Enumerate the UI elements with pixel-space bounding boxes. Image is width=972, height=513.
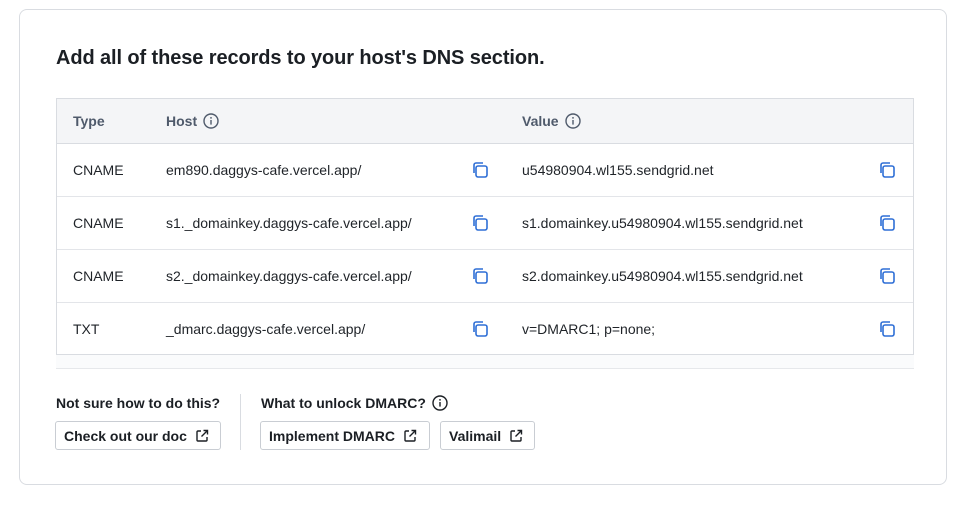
column-header-type-label: Type [73, 113, 105, 129]
page-title: Add all of these records to your host's … [56, 47, 545, 69]
copy-host-icon[interactable] [471, 214, 489, 232]
copy-value-icon[interactable] [878, 161, 896, 179]
column-header-type: Type [73, 99, 105, 143]
dns-records-table: Type Host Value CNAME em890.daggys-cafe.… [56, 98, 914, 356]
copy-host-icon[interactable] [471, 320, 489, 338]
table-row: CNAME s1._domainkey.daggys-cafe.vercel.a… [57, 197, 913, 250]
record-type: CNAME [73, 162, 124, 178]
external-link-icon [196, 429, 209, 442]
external-link-icon [510, 429, 523, 442]
info-circle-icon[interactable] [203, 113, 219, 129]
dmarc-section: What to unlock DMARC? [261, 395, 448, 411]
help-label: Not sure how to do this? [56, 395, 221, 411]
copy-value-icon[interactable] [878, 267, 896, 285]
record-host: s1._domainkey.daggys-cafe.vercel.app/ [166, 215, 412, 231]
copy-value-icon[interactable] [878, 214, 896, 232]
table-row: CNAME em890.daggys-cafe.vercel.app/ u549… [57, 144, 913, 197]
table-footer-divider [56, 355, 914, 369]
record-value: s1.domainkey.u54980904.wl155.sendgrid.ne… [522, 215, 803, 231]
record-type: CNAME [73, 268, 124, 284]
table-row: CNAME s2._domainkey.daggys-cafe.vercel.a… [57, 250, 913, 303]
section-separator [240, 394, 241, 450]
copy-value-icon[interactable] [878, 320, 896, 338]
implement-dmarc-button[interactable]: Implement DMARC [260, 421, 430, 450]
record-value: u54980904.wl155.sendgrid.net [522, 162, 714, 178]
column-header-value: Value [522, 99, 581, 143]
valimail-button[interactable]: Valimail [440, 421, 535, 450]
valimail-label: Valimail [449, 427, 502, 444]
copy-host-icon[interactable] [471, 161, 489, 179]
record-host: em890.daggys-cafe.vercel.app/ [166, 162, 362, 178]
table-header: Type Host Value [57, 99, 913, 144]
table-row: TXT _dmarc.daggys-cafe.vercel.app/ v=DMA… [57, 303, 913, 356]
record-type: TXT [73, 321, 100, 337]
column-header-host-label: Host [166, 113, 198, 129]
check-out-doc-label: Check out our doc [64, 427, 187, 444]
record-host: s2._domainkey.daggys-cafe.vercel.app/ [166, 268, 412, 284]
column-header-host: Host [166, 99, 219, 143]
record-type: CNAME [73, 215, 124, 231]
info-circle-icon[interactable] [432, 395, 448, 411]
implement-dmarc-label: Implement DMARC [269, 427, 396, 444]
external-link-icon [404, 429, 417, 442]
check-out-doc-button[interactable]: Check out our doc [55, 421, 221, 450]
record-value: s2.domainkey.u54980904.wl155.sendgrid.ne… [522, 268, 803, 284]
record-value: v=DMARC1; p=none; [522, 321, 656, 337]
info-circle-icon[interactable] [564, 113, 581, 129]
dmarc-label: What to unlock DMARC? [261, 395, 426, 411]
column-header-value-label: Value [522, 113, 559, 129]
copy-host-icon[interactable] [471, 267, 489, 285]
record-host: _dmarc.daggys-cafe.vercel.app/ [166, 321, 366, 337]
